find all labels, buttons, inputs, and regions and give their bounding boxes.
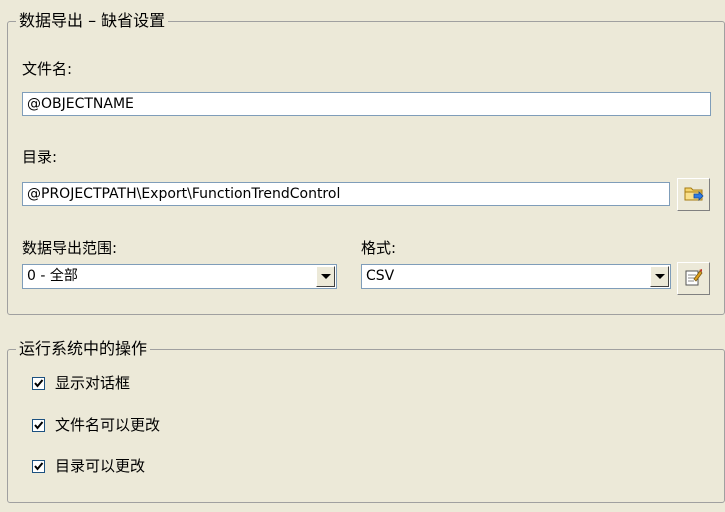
format-select[interactable]: CSV	[361, 264, 671, 289]
check-icon	[34, 378, 44, 388]
filename-label: 文件名:	[22, 60, 73, 78]
directory-label: 目录:	[22, 148, 58, 166]
folder-browse-icon	[684, 184, 704, 206]
format-settings-button[interactable]	[677, 262, 710, 295]
export-settings-title: 数据导出 – 缺省设置	[16, 11, 169, 31]
directory-editable-checkbox[interactable]	[32, 459, 45, 473]
directory-editable-label: 目录可以更改	[55, 457, 146, 475]
range-select[interactable]: 0 - 全部	[22, 264, 337, 289]
format-settings-icon	[684, 267, 704, 291]
show-dialog-checkbox[interactable]	[32, 376, 45, 390]
option-filename-editable[interactable]: 文件名可以更改	[32, 414, 160, 436]
directory-input[interactable]	[22, 182, 670, 206]
option-directory-editable[interactable]: 目录可以更改	[32, 455, 145, 477]
chevron-down-icon	[320, 274, 331, 279]
option-show-dialog[interactable]: 显示对话框	[32, 372, 130, 394]
format-label: 格式:	[361, 239, 397, 257]
range-select-value: 0 - 全部	[27, 268, 78, 284]
range-label: 数据导出范围:	[22, 239, 118, 257]
range-dropdown-button[interactable]	[316, 266, 335, 287]
check-icon	[34, 420, 44, 430]
show-dialog-label: 显示对话框	[55, 374, 131, 392]
browse-directory-button[interactable]	[677, 178, 710, 211]
check-icon	[34, 461, 44, 471]
format-dropdown-button[interactable]	[650, 266, 669, 287]
chevron-down-icon	[654, 274, 665, 279]
filename-editable-checkbox[interactable]	[32, 418, 45, 432]
format-select-value: CSV	[366, 268, 395, 284]
filename-input[interactable]	[22, 92, 711, 116]
filename-editable-label: 文件名可以更改	[55, 416, 161, 434]
runtime-actions-title: 运行系统中的操作	[16, 339, 151, 359]
